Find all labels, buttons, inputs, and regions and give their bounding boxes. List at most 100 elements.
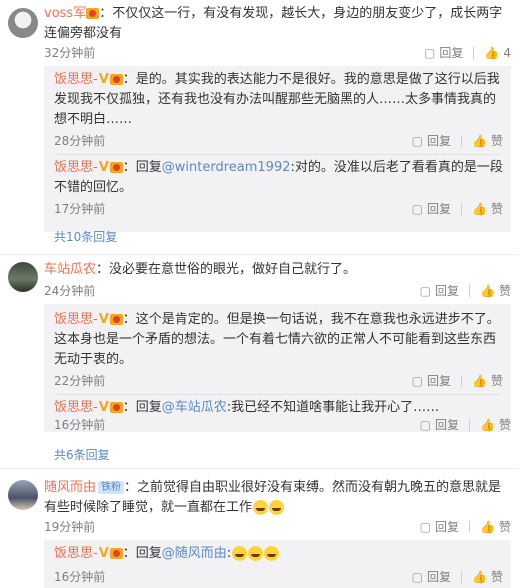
laugh-cry-emoji-icon [253,500,269,515]
username-link[interactable]: 饭思思- [54,400,98,415]
like-button[interactable]: 👍 赞 [480,416,511,433]
verified-v-icon: V [98,400,109,415]
reply-meta: 17分钟前 ▢ 回复 👍 赞 [54,200,511,218]
verified-v-icon: V [98,72,109,87]
comment-text: ：没必要在意世俗的眼光，做好自己就行了。 [96,262,357,277]
username-link[interactable]: 饭思思- [54,546,98,561]
reply-button[interactable]: ▢ 回复 [424,44,463,61]
level-badge-icon [86,8,100,19]
reply-button[interactable]: ▢ 回复 [420,416,459,433]
username-link[interactable]: 饭思思- [54,160,98,175]
grin-emoji-icon [264,546,280,561]
username-link[interactable]: voss军 [44,6,86,21]
username-link[interactable]: 饭思思- [54,72,98,87]
divider [469,418,471,431]
reply-icon: ▢ [419,417,432,432]
thumbs-up-icon: 👍 [472,201,487,216]
action-bar: ▢ 回复 👍 4 [424,44,511,61]
timestamp: 28分钟前 [54,134,106,148]
avatar[interactable] [8,262,38,292]
timestamp: 16分钟前 [54,418,106,432]
thumbs-up-icon: 👍 [480,519,495,534]
comment-body: voss军 ：不仅仅这一行，有没有发现，越长大，身边的朋友变少了，成长两字连偏旁都… [44,4,511,44]
comment-item: 车站瓜农：没必要在意世俗的眼光，做好自己就行了。 24分钟前 ▢ 回复 👍 赞 饭思… [0,256,519,462]
reply-prefix: ：回复 [122,400,162,415]
username-link[interactable]: 随风而由 [44,480,96,495]
level-badge-icon [109,162,123,173]
comment-body: 车站瓜农：没必要在意世俗的眼光，做好自己就行了。 [44,260,511,280]
comment-text: ：不仅仅这一行，有没有发现，越长大，身边的朋友变少了，成长两字连偏旁都没有 [44,6,503,41]
divider [473,46,475,59]
reply-meta: 16分钟前 ▢ 回复 👍 赞 [54,568,511,586]
username-link[interactable]: 饭思思- [54,312,98,327]
grin-emoji-icon [248,546,264,561]
reply-prefix: ：回复 [122,160,162,175]
reply-button[interactable]: ▢ 回复 [420,282,459,299]
like-button[interactable]: 👍 赞 [472,372,503,389]
reply-icon: ▢ [411,201,424,216]
laugh-cry-emoji-icon [269,500,285,515]
reply-button[interactable]: ▢ 回复 [420,518,459,535]
action-bar: ▢ 回复 👍 赞 [420,416,511,433]
reply-icon: ▢ [419,283,432,298]
thumbs-up-icon: 👍 [472,373,487,388]
reply-button[interactable]: ▢ 回复 [412,568,451,585]
divider [54,394,501,395]
thumbs-up-icon: 👍 [480,283,495,298]
reply-box: 饭思思-V ：这个是肯定的。但是换一句话说，我不在意我也永远进步不了。这本身也是一… [44,304,511,432]
reply-button[interactable]: ▢ 回复 [412,200,451,217]
more-replies-link[interactable]: 共6条回复 [54,446,110,463]
mention-link[interactable]: @winterdream1992 [162,160,291,175]
reply-icon: ▢ [411,373,424,388]
divider [469,520,471,533]
reply-meta: 28分钟前 ▢ 回复 👍 赞 [54,132,511,150]
divider [461,202,463,215]
thumbs-up-icon: 👍 [480,417,495,432]
like-button[interactable]: 👍 赞 [472,568,503,585]
comment-meta: 24分钟前 ▢ 回复 👍 赞 [44,282,511,300]
reply-button[interactable]: ▢ 回复 [412,132,451,149]
thumbs-up-icon: 👍 [472,133,487,148]
verified-v-icon: V [98,160,109,175]
reply-item: 饭思思-V ：这个是肯定的。但是换一句话说，我不在意我也永远进步不了。这本身也是一… [54,310,503,370]
reply-item: 饭思思-V ：是的。其实我的表达能力不是很好。我的意思是做了这行以后我发现我不仅孤… [54,70,503,130]
reply-meta: 22分钟前 ▢ 回复 👍 赞 [54,372,511,390]
verified-v-icon: V [98,546,109,561]
timestamp: 17分钟前 [54,202,106,216]
reply-icon: ▢ [419,519,432,534]
level-badge-icon [109,74,123,85]
reply-icon: ▢ [411,569,424,584]
reply-text: : [226,546,232,561]
reply-item: 饭思思-V ：回复@winterdream1992:对的。没准以后老了看看真的是一… [54,158,503,198]
action-bar: ▢ 回复 👍 赞 [412,200,503,217]
fan-badge: 铁粉 [98,481,125,494]
comment-item: 随风而由 铁粉 ：之前觉得自由职业很好没有束缚。然而没有朝九晚五的意思就是有些时候除… [0,476,519,588]
avatar[interactable] [8,480,38,510]
mention-link[interactable]: @随风而由 [162,546,227,561]
like-button[interactable]: 👍 4 [484,46,511,60]
reply-icon: ▢ [424,45,436,60]
divider [0,468,519,469]
avatar[interactable] [8,8,38,38]
action-bar: ▢ 回复 👍 赞 [412,568,503,585]
divider [461,134,463,147]
comment-meta: 32分钟前 ▢ 回复 👍 4 [44,44,511,62]
timestamp: 22分钟前 [54,374,106,388]
more-replies-link[interactable]: 共10条回复 [54,228,117,245]
like-button[interactable]: 👍 赞 [480,282,511,299]
timestamp: 24分钟前 [44,284,96,298]
action-bar: ▢ 回复 👍 赞 [420,518,511,535]
action-bar: ▢ 回复 👍 赞 [420,282,511,299]
like-button[interactable]: 👍 赞 [480,518,511,535]
divider [461,570,463,583]
divider [461,374,463,387]
like-button[interactable]: 👍 赞 [472,200,503,217]
timestamp: 16分钟前 [54,570,106,584]
like-button[interactable]: 👍 赞 [472,132,503,149]
reply-icon: ▢ [411,133,424,148]
reply-button[interactable]: ▢ 回复 [412,372,451,389]
reply-box: 饭思思-V ：是的。其实我的表达能力不是很好。我的意思是做了这行以后我发现我不仅孤… [44,66,511,232]
mention-link[interactable]: @车站瓜农 [162,400,227,415]
username-link[interactable]: 车站瓜农 [44,262,96,277]
reply-item: 饭思思-V ：回复@车站瓜农:我已经不知道啥事能让我开心了…… [54,398,503,418]
